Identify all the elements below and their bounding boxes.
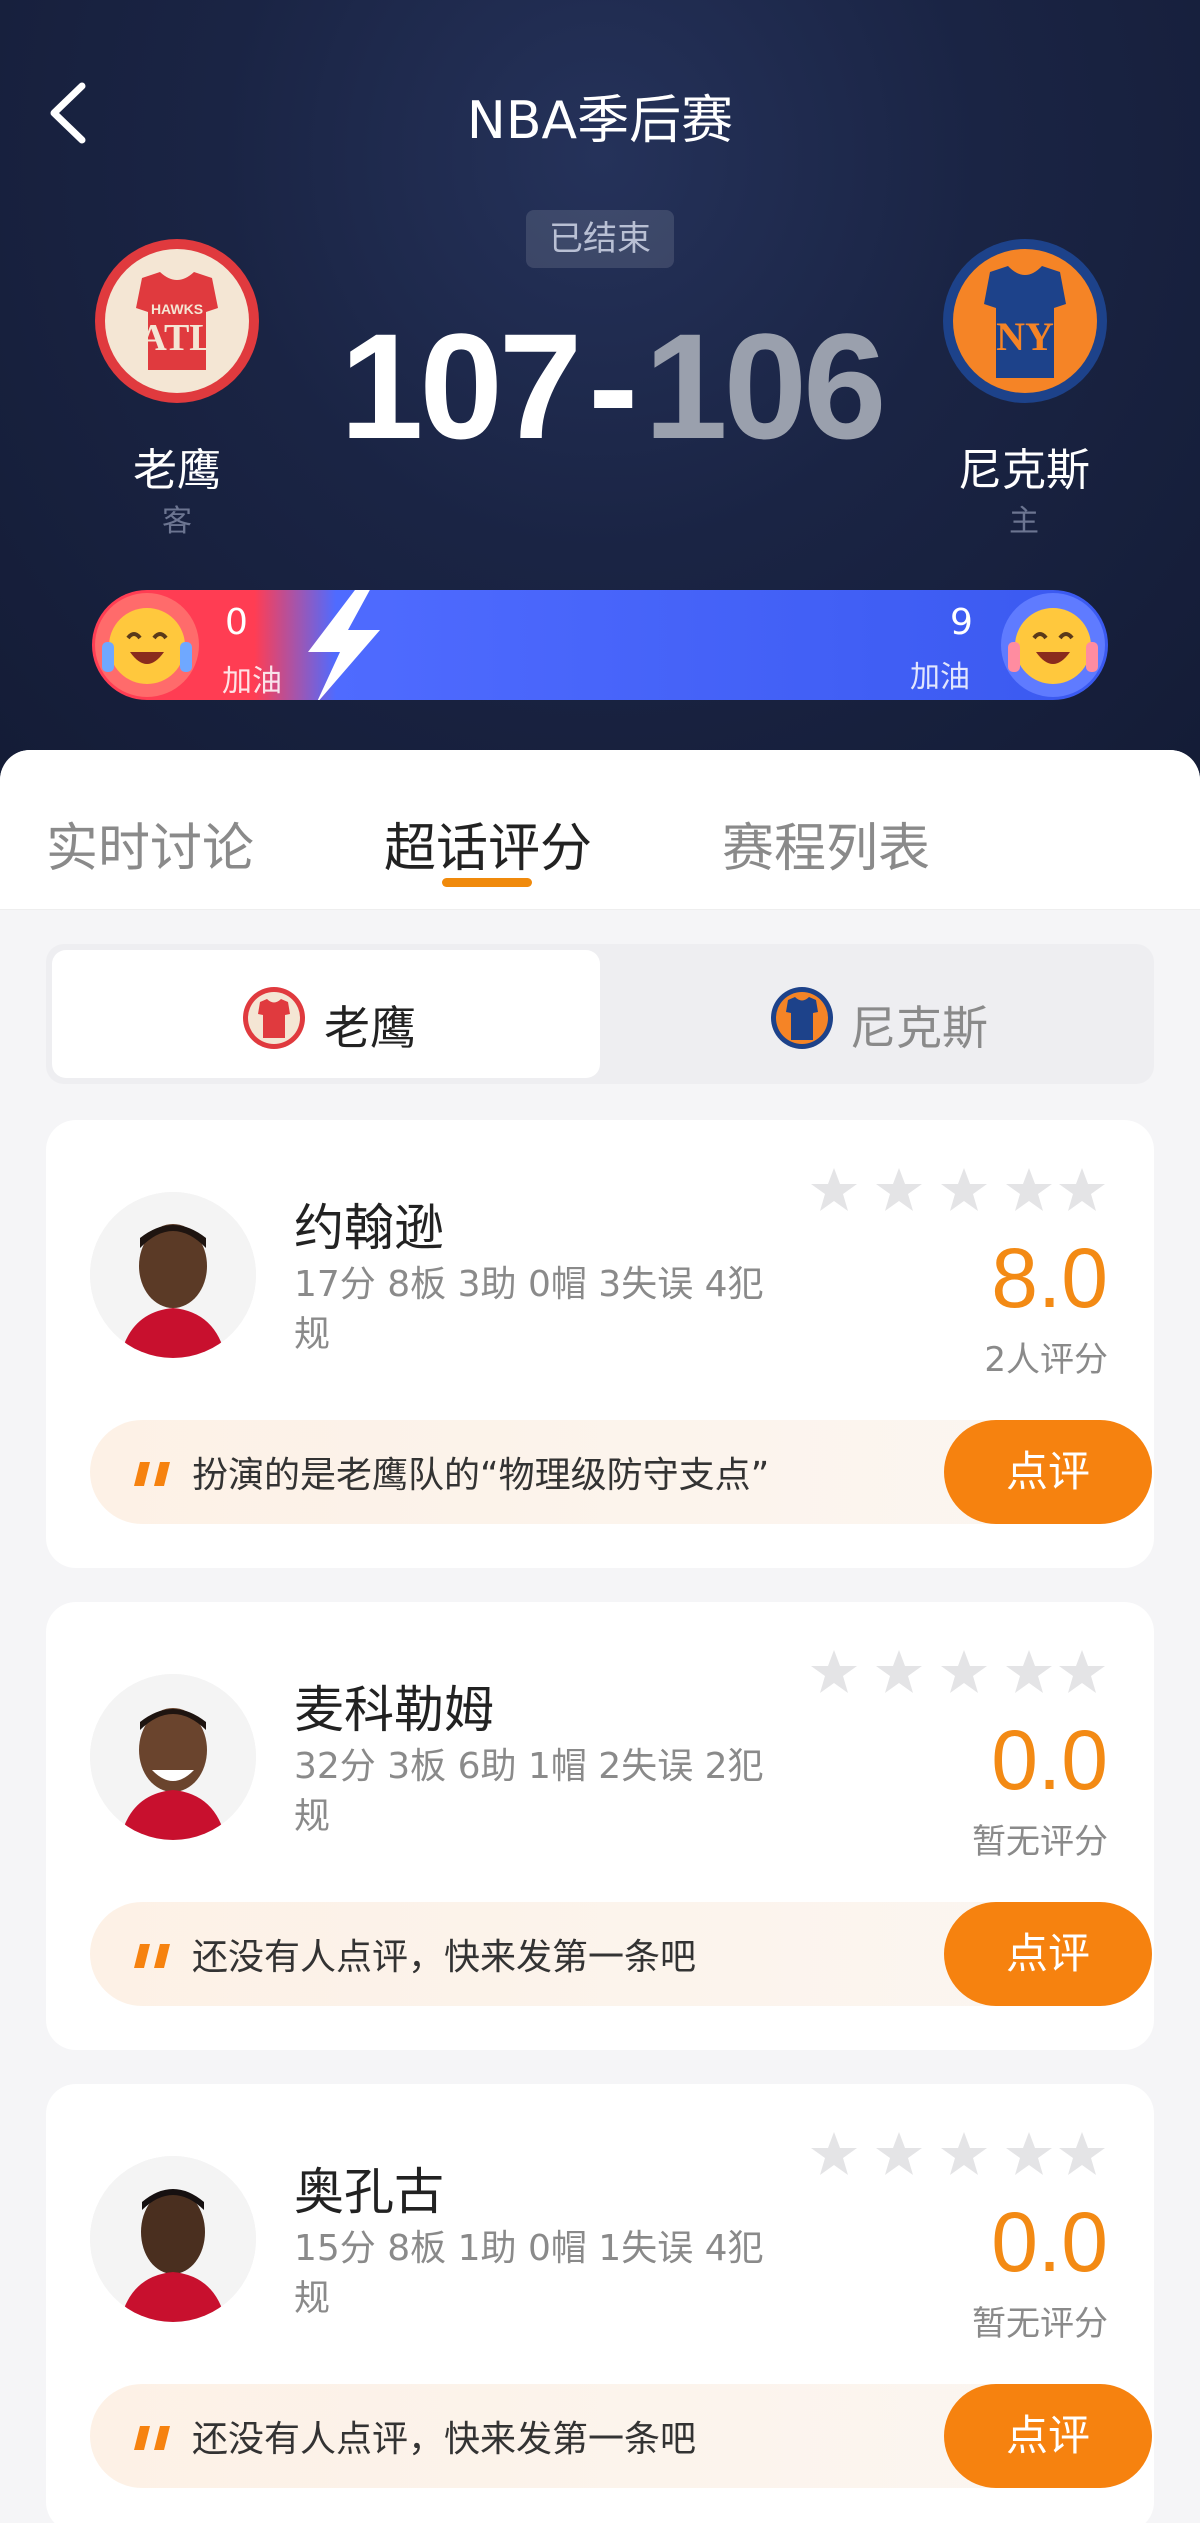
review-button[interactable]: 点评 — [944, 1420, 1152, 1524]
player-stats: 17分 8板 3助 0帽 3失误 4犯规 — [294, 1264, 764, 1355]
review-button[interactable]: 点评 — [944, 2384, 1152, 2488]
team-right-role: 主 — [1009, 504, 1039, 539]
player-rating: 0.0 — [991, 1713, 1108, 1807]
tab-rating[interactable]: 超话评分 — [384, 806, 592, 881]
rating-count: 暂无评分 — [972, 2304, 1108, 2344]
player-rating: 8.0 — [991, 1231, 1108, 1325]
cheer-right-label: 加油 — [910, 660, 970, 695]
team-switch-hawks[interactable]: 老鹰 — [52, 950, 600, 1078]
svg-text:HAWKS: HAWKS — [151, 301, 203, 317]
cheer-left-count: 0 — [225, 602, 248, 643]
star-rating-icon[interactable] — [808, 1646, 1108, 1702]
comment-text: 还没有人点评，快来发第一条吧 — [192, 2419, 697, 2460]
team-left-name: 老鹰 — [133, 445, 221, 496]
player-rating: 0.0 — [991, 2195, 1108, 2289]
rating-count: 2人评分 — [984, 1340, 1108, 1380]
hawks-logo[interactable]: HAWKS ATL — [94, 238, 260, 404]
active-tab-indicator — [442, 878, 532, 887]
player-name: 奥孔古 — [294, 2163, 444, 2221]
knicks-logo[interactable]: NY — [942, 238, 1108, 404]
team-right-name: 尼克斯 — [958, 445, 1090, 496]
svg-text:ATL: ATL — [139, 317, 214, 359]
cheer-right-count: 9 — [950, 602, 973, 643]
comment-bar[interactable]: 还没有人点评，快来发第一条吧 点评 — [90, 2384, 1152, 2488]
cheer-right-emoji-icon[interactable] — [998, 590, 1108, 700]
player-avatar[interactable] — [90, 1192, 256, 1358]
score-display: 107-106 — [340, 300, 887, 470]
tab-schedule[interactable]: 赛程列表 — [722, 806, 930, 881]
team-switch: 老鹰 尼克斯 — [46, 944, 1154, 1084]
player-card: 约翰逊 17分 8板 3助 0帽 3失误 4犯规 8.0 2人评分 扮演的是老鹰… — [46, 1120, 1154, 1568]
page-title: NBA季后赛 — [466, 91, 734, 151]
comment-bar[interactable]: 扮演的是老鹰队的“物理级防守支点” 点评 — [90, 1420, 1152, 1524]
team-switch-knicks[interactable]: 尼克斯 — [600, 950, 1148, 1078]
svg-text:NY: NY — [996, 314, 1054, 359]
player-stats: 32分 3板 6助 1帽 2失误 2犯规 — [294, 1746, 764, 1837]
player-name: 麦科勒姆 — [294, 1681, 494, 1739]
match-status-badge: 已结束 — [526, 210, 674, 268]
quote-icon — [134, 1462, 170, 1486]
lightning-icon — [308, 590, 380, 700]
player-name: 约翰逊 — [294, 1199, 444, 1257]
team-switch-knicks-label: 尼克斯 — [850, 1001, 988, 1055]
team-left-role: 客 — [162, 504, 192, 539]
tab-live-discussion[interactable]: 实时讨论 — [46, 806, 254, 881]
quote-icon — [134, 1944, 170, 1968]
cheer-left-label: 加油 — [222, 664, 282, 699]
score-separator: - — [588, 302, 638, 470]
match-header: NBA季后赛 已结束 HAWKS ATL 老鹰 客 107-106 NY 尼克斯… — [0, 0, 1200, 780]
player-avatar[interactable] — [90, 2156, 256, 2322]
tab-bar: 实时讨论 超话评分 赛程列表 — [0, 750, 1200, 910]
knicks-small-logo-icon — [771, 987, 833, 1049]
review-button[interactable]: 点评 — [944, 1902, 1152, 2006]
score-right: 106 — [644, 302, 886, 470]
player-stats: 15分 8板 1助 0帽 1失误 4犯规 — [294, 2228, 764, 2319]
comment-text: 还没有人点评，快来发第一条吧 — [192, 1937, 697, 1978]
star-rating-icon[interactable] — [808, 1164, 1108, 1220]
quote-icon — [134, 2426, 170, 2450]
player-avatar[interactable] — [90, 1674, 256, 1840]
star-rating-icon[interactable] — [808, 2128, 1108, 2184]
team-switch-hawks-label: 老鹰 — [324, 1001, 416, 1055]
hawks-small-logo-icon — [243, 987, 305, 1049]
player-card: 奥孔古 15分 8板 1助 0帽 1失误 4犯规 0.0 暂无评分 还没有人点评… — [46, 2084, 1154, 2523]
score-left: 107 — [340, 302, 582, 470]
comment-text: 扮演的是老鹰队的“物理级防守支点” — [192, 1455, 770, 1496]
cheer-left-emoji-icon[interactable] — [92, 590, 202, 700]
player-card: 麦科勒姆 32分 3板 6助 1帽 2失误 2犯规 0.0 暂无评分 还没有人点… — [46, 1602, 1154, 2050]
rating-count: 暂无评分 — [972, 1822, 1108, 1862]
comment-bar[interactable]: 还没有人点评，快来发第一条吧 点评 — [90, 1902, 1152, 2006]
